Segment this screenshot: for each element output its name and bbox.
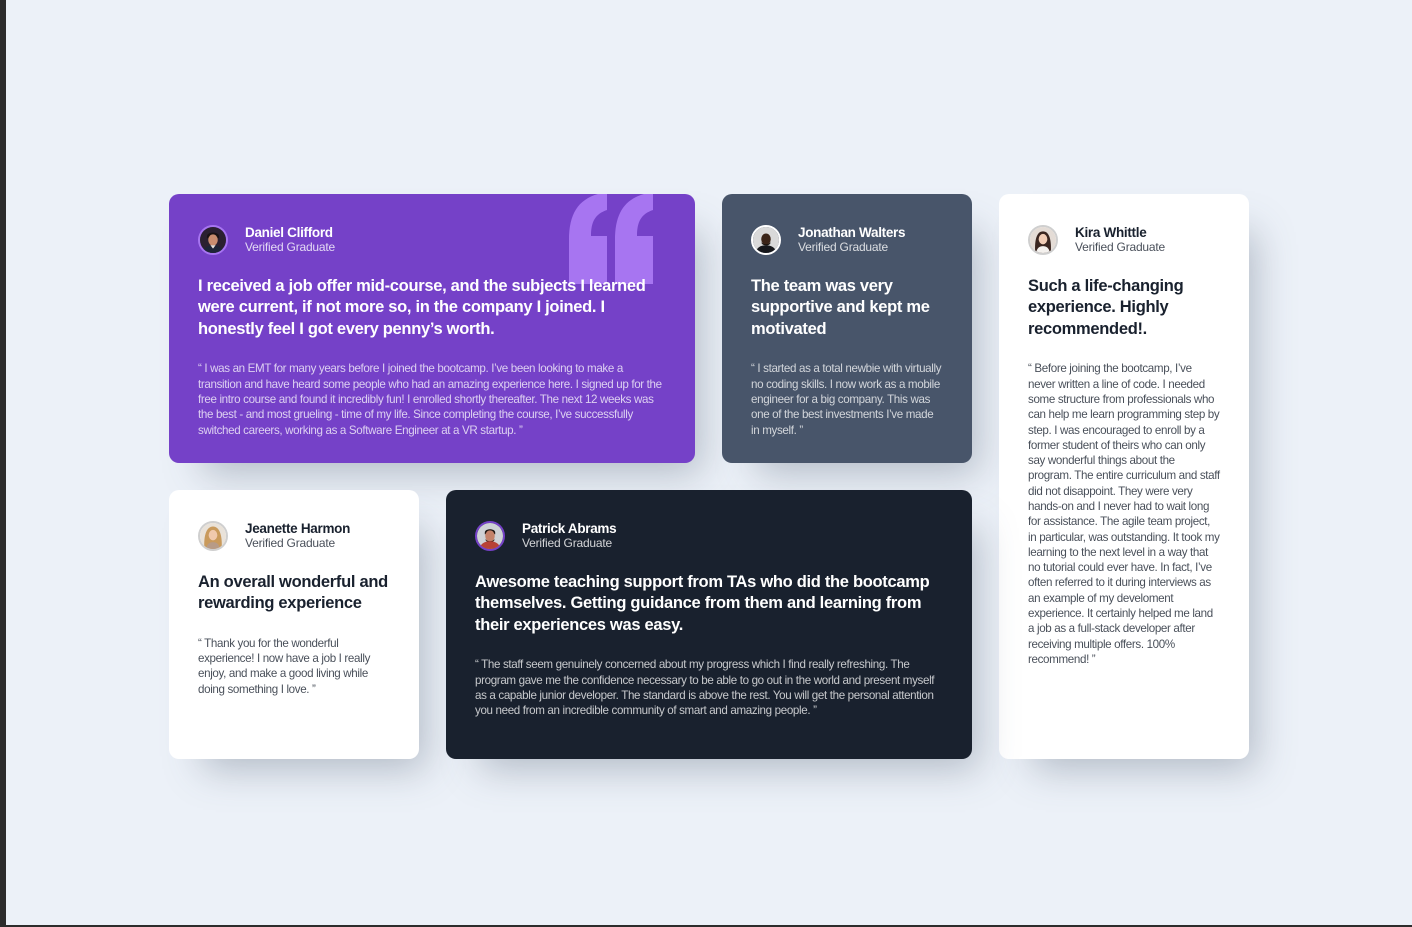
author-name: Kira Whittle bbox=[1075, 225, 1147, 241]
testimonial-body: “ I was an EMT for many years before I j… bbox=[198, 362, 662, 437]
window-left-edge bbox=[0, 0, 6, 927]
author-name: Jonathan Walters bbox=[798, 225, 906, 241]
testimonial-body: “ Before joining the bootcamp, I’ve neve… bbox=[1028, 362, 1220, 666]
testimonial-header: Daniel Clifford Verified Graduate bbox=[198, 223, 666, 257]
author-role: Verified Graduate bbox=[522, 535, 612, 550]
testimonial-headline: The team was very supportive and kept me… bbox=[751, 277, 930, 338]
testimonial-card-jonathan: Jonathan Walters Verified Graduate The t… bbox=[722, 194, 972, 463]
author-role: Verified Graduate bbox=[1075, 239, 1165, 254]
author-name: Jeanette Harmon bbox=[245, 521, 351, 537]
testimonial-headline: Such a life-changing experience. Highly … bbox=[1028, 277, 1184, 338]
avatar-jeanette-icon bbox=[198, 521, 228, 551]
testimonial-card-kira: Kira Whittle Verified Graduate Such a li… bbox=[999, 194, 1249, 759]
testimonial-body: “ The staff seem genuinely concerned abo… bbox=[475, 658, 935, 718]
testimonial-header: Jonathan Walters Verified Graduate bbox=[751, 223, 943, 257]
author-role: Verified Graduate bbox=[245, 239, 335, 254]
author-name: Daniel Clifford bbox=[245, 225, 333, 241]
author-role: Verified Graduate bbox=[798, 239, 888, 254]
testimonial-card-jeanette: Jeanette Harmon Verified Graduate An ove… bbox=[169, 490, 419, 759]
testimonial-body: “ Thank you for the wonderful experience… bbox=[198, 636, 371, 696]
author-role: Verified Graduate bbox=[245, 535, 335, 550]
testimonial-header: Kira Whittle Verified Graduate bbox=[1028, 223, 1220, 257]
testimonial-headline: Awesome teaching support from TAs who di… bbox=[475, 573, 930, 634]
avatar-patrick-icon bbox=[475, 521, 505, 551]
testimonial-header: Patrick Abrams Verified Graduate bbox=[475, 519, 943, 553]
testimonial-card-patrick: Patrick Abrams Verified Graduate Awesome… bbox=[446, 490, 972, 759]
author-name: Patrick Abrams bbox=[522, 521, 617, 537]
testimonial-body: “ I started as a total newbie with virtu… bbox=[751, 362, 942, 437]
testimonial-header: Jeanette Harmon Verified Graduate bbox=[198, 519, 390, 553]
testimonial-headline: I received a job offer mid-course, and t… bbox=[198, 277, 646, 338]
avatar-daniel-icon bbox=[198, 225, 228, 255]
testimonial-card-daniel: Daniel Clifford Verified Graduate I rece… bbox=[169, 194, 695, 463]
avatar-kira-icon bbox=[1028, 225, 1058, 255]
testimonial-headline: An overall wonderful and rewarding exper… bbox=[198, 573, 388, 613]
avatar-jonathan-icon bbox=[751, 225, 781, 255]
